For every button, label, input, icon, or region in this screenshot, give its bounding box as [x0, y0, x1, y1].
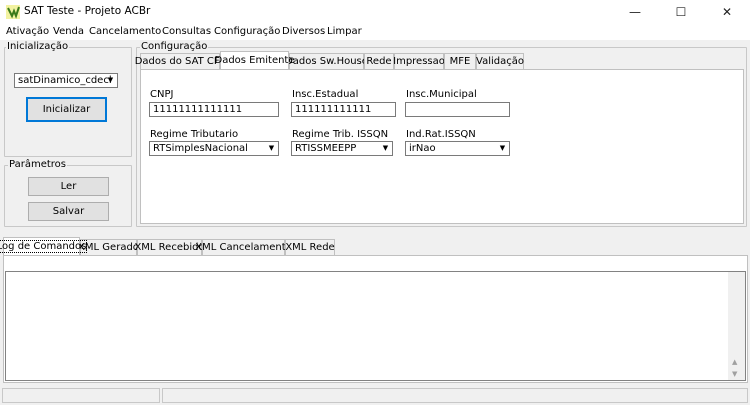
tab-dados-sat-cfe[interactable]: Dados do SAT CFe — [135, 53, 225, 69]
tab-label: Dados Emitente — [214, 55, 295, 66]
tab-label: XML Rede — [285, 242, 335, 253]
ie-field[interactable]: 111111111111 — [291, 102, 396, 117]
scroll-up-icon[interactable]: ▲ — [732, 358, 737, 366]
tab-rede[interactable]: Rede — [364, 53, 394, 69]
salvar-button-label: Salvar — [52, 206, 85, 217]
menu-consultas[interactable]: Consultas — [162, 26, 211, 37]
close-button[interactable]: ✕ — [704, 0, 750, 24]
chevron-down-icon: ▼ — [268, 144, 275, 152]
tab-xml-gerado[interactable]: XML Gerado — [78, 239, 139, 255]
library-combo-value: satDinamico_cdecl — [18, 75, 112, 86]
scroll-down-icon[interactable]: ▼ — [732, 370, 737, 378]
tab-dados-sw-house[interactable]: Dados Sw.House — [285, 53, 368, 69]
tab-label: Impressao — [393, 56, 445, 67]
menu-configuracao[interactable]: Configuração — [214, 26, 280, 37]
tab-label: Dados do SAT CFe — [134, 56, 226, 67]
menu-diversos[interactable]: Diversos — [282, 26, 325, 37]
ind-rat-combo[interactable]: irNao ▼ — [405, 141, 510, 156]
window-title: SAT Teste - Projeto ACBr — [24, 5, 151, 17]
tab-label: MFE — [449, 56, 471, 67]
ie-value: 111111111111 — [295, 104, 372, 115]
tab-validacao[interactable]: Validação — [476, 53, 524, 69]
im-field[interactable] — [405, 102, 510, 117]
chevron-down-icon: ▼ — [382, 144, 389, 152]
tab-dados-emitente[interactable]: Dados Emitente — [215, 51, 295, 69]
tab-label: Rede — [366, 56, 392, 67]
maximize-button[interactable]: ☐ — [658, 0, 704, 24]
menu-bar: Ativação Venda Cancelamento Consultas Co… — [0, 24, 750, 41]
regime-trib-label: Regime Tributario — [150, 129, 239, 140]
ind-rat-value: irNao — [409, 143, 436, 154]
close-icon: ✕ — [721, 5, 733, 19]
menu-venda[interactable]: Venda — [53, 26, 84, 37]
tab-label: XML Gerado — [78, 242, 139, 253]
tab-xml-rede[interactable]: XML Rede — [285, 239, 335, 255]
minimize-button[interactable]: — — [612, 0, 658, 24]
regime-issqn-label: Regime Trib. ISSQN — [292, 129, 389, 140]
regime-trib-value: RTSimplesNacional — [153, 143, 248, 154]
tab-log-comandos[interactable]: Log de Comandos — [0, 237, 88, 255]
menu-cancelamento[interactable]: Cancelamento — [89, 26, 161, 37]
chevron-down-icon: ▼ — [107, 76, 114, 84]
tab-label: Dados Sw.House — [285, 56, 368, 67]
menu-limpar[interactable]: Limpar — [327, 26, 362, 37]
acbr-app-icon — [6, 5, 20, 19]
ler-button-label: Ler — [60, 181, 77, 192]
tab-xml-cancelamento[interactable]: XML Cancelamento — [195, 239, 292, 255]
regime-issqn-value: RTISSMEEPP — [295, 143, 357, 154]
status-pane-right — [162, 388, 748, 403]
tab-impressao[interactable]: Impressao — [393, 53, 445, 69]
minimize-icon: — — [629, 5, 641, 19]
cnpj-label: CNPJ — [150, 89, 174, 100]
inicializar-button-label: Inicializar — [42, 104, 91, 115]
tab-mfe[interactable]: MFE — [444, 53, 476, 69]
tab-xml-recebido[interactable]: XML Recebido — [134, 239, 205, 255]
regime-issqn-combo[interactable]: RTISSMEEPP ▼ — [291, 141, 393, 156]
log-scrollbar[interactable]: ▲ ▼ — [728, 272, 745, 380]
status-pane-left — [2, 388, 160, 403]
ler-button[interactable]: Ler — [28, 177, 109, 196]
title-bar[interactable]: SAT Teste - Projeto ACBr — ☐ ✕ — [0, 0, 750, 24]
library-combo[interactable]: satDinamico_cdecl ▼ — [14, 73, 118, 88]
cnpj-field[interactable]: 11111111111111 — [149, 102, 279, 117]
parametros-legend: Parâmetros — [8, 159, 67, 170]
tab-label: XML Recebido — [134, 242, 205, 253]
cnpj-value: 11111111111111 — [153, 104, 243, 115]
inicializar-button[interactable]: Inicializar — [26, 97, 107, 122]
menu-ativacao[interactable]: Ativação — [6, 26, 49, 37]
log-memo[interactable] — [5, 271, 746, 381]
inicializacao-legend: Inicialização — [6, 41, 70, 52]
ie-label: Insc.Estadual — [292, 89, 359, 100]
maximize-icon: ☐ — [675, 5, 687, 19]
chevron-down-icon: ▼ — [499, 144, 506, 152]
configuracao-legend: Configuração — [140, 41, 209, 52]
im-label: Insc.Municipal — [406, 89, 477, 100]
tab-label: Validação — [476, 56, 524, 67]
tab-label: Log de Comandos — [0, 240, 88, 253]
tab-label: XML Cancelamento — [195, 242, 292, 253]
ind-rat-label: Ind.Rat.ISSQN — [406, 129, 476, 140]
salvar-button[interactable]: Salvar — [28, 202, 109, 221]
regime-trib-combo[interactable]: RTSimplesNacional ▼ — [149, 141, 279, 156]
